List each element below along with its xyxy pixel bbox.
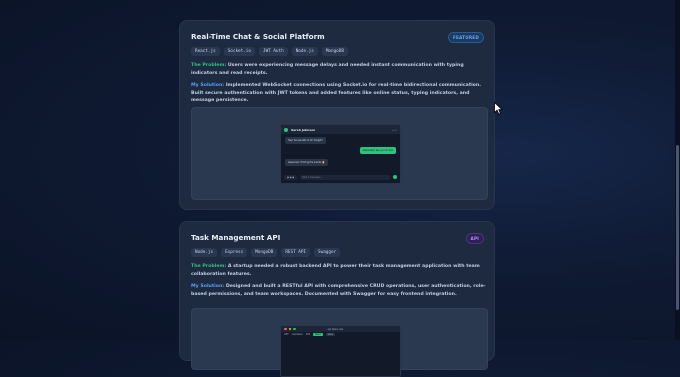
save-button: Save — [325, 333, 336, 336]
tech-tags: Node.js Express MongoDB REST API Swagger — [191, 248, 341, 257]
request-method: GET — [284, 333, 289, 336]
typing-indicator: ● ● ● — [284, 174, 298, 180]
scrollbar-thumb[interactable] — [676, 145, 679, 310]
tag: Node.js — [191, 248, 218, 257]
solution-text: Implemented WebSocket connections using … — [191, 83, 482, 104]
avatar — [284, 127, 288, 132]
solution-label: My Solution: — [191, 284, 225, 289]
contact-name: Sarah Johnson — [291, 127, 316, 132]
message-in: Awesome! I'll bring the snacks 🍿 — [285, 159, 328, 166]
tag: Swagger — [314, 248, 341, 257]
problem-text: Users were experiencing message delays a… — [191, 63, 464, 76]
close-dot-icon — [284, 327, 287, 331]
chat-header: Sarah Johnson ••• — [281, 125, 400, 134]
solution-paragraph: My Solution: Designed and built a RESTfu… — [191, 283, 487, 298]
tag: React.js — [191, 47, 220, 56]
tech-tags: React.js Socket.io JWT Auth Node.js Mong… — [191, 47, 348, 56]
problem-label: The Problem: — [191, 63, 227, 68]
tag: Express — [221, 248, 248, 257]
message-out: Absolutely! See you at 7pm — [359, 147, 396, 154]
maximize-dot-icon — [293, 327, 296, 331]
chat-input-row: ● ● ● Type a message... — [284, 174, 397, 180]
message-in: Hey! Are we still on for tonight? — [285, 137, 326, 144]
tag: Node.js — [291, 47, 318, 56]
api-badge: API — [465, 233, 484, 244]
tag: MongoDB — [251, 248, 278, 257]
api-request-row: GET /api/tasks 200 Send Save — [281, 332, 400, 337]
mouse-cursor-icon — [494, 102, 503, 115]
tag: JWT Auth — [259, 47, 288, 56]
problem-paragraph: The Problem: A startup needed a robust b… — [191, 263, 487, 278]
api-window-title: api.tasks.dev — [327, 327, 344, 331]
project-title: Real-Time Chat & Social Platform — [191, 32, 325, 41]
project-preview-image[interactable]: Sarah Johnson ••• Hey! Are we still on f… — [191, 107, 488, 200]
chat-mockup: Sarah Johnson ••• Hey! Are we still on f… — [280, 124, 401, 184]
send-button: Send — [313, 333, 323, 336]
project-card-chat: Real-Time Chat & Social Platform FEATURE… — [179, 20, 495, 210]
solution-text: Designed and built a RESTful API with co… — [191, 284, 486, 297]
response-status: 200 — [305, 333, 311, 336]
solution-paragraph: My Solution: Implemented WebSocket conne… — [191, 82, 487, 105]
project-title: Task Management API — [191, 233, 281, 242]
message-input: Type a message... — [300, 174, 390, 180]
send-icon — [393, 175, 397, 179]
tag: Socket.io — [223, 47, 255, 56]
problem-text: A startup needed a robust backend API to… — [191, 264, 480, 277]
more-icon: ••• — [391, 127, 397, 132]
request-path: /api/tasks — [291, 333, 303, 336]
project-card-task-api: Task Management API API Node.js Express … — [179, 221, 495, 377]
featured-badge: FEATURED — [447, 32, 484, 43]
page-scrollbar[interactable] — [675, 0, 680, 340]
tag: REST API — [281, 248, 311, 257]
problem-paragraph: The Problem: Users were experiencing mes… — [191, 62, 487, 77]
project-preview-image[interactable]: api.tasks.dev GET /api/tasks 200 Send Sa… — [191, 308, 488, 377]
solution-label: My Solution: — [191, 83, 225, 88]
problem-label: The Problem: — [191, 264, 227, 269]
api-mockup: api.tasks.dev GET /api/tasks 200 Send Sa… — [280, 325, 401, 377]
tag: MongoDB — [321, 47, 348, 56]
minimize-dot-icon — [288, 327, 291, 331]
